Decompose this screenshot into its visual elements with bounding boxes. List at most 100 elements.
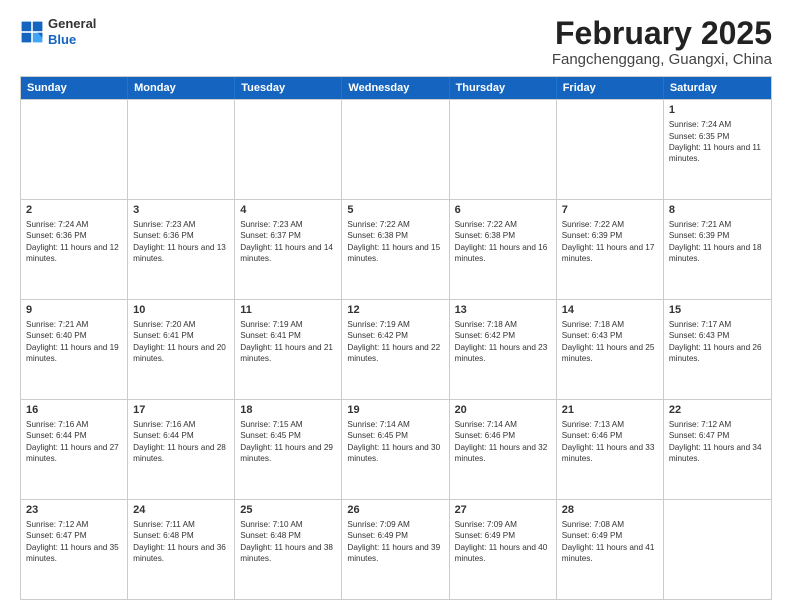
day-number: 26 — [347, 503, 443, 518]
day-number: 13 — [455, 303, 551, 318]
day-number: 15 — [669, 303, 766, 318]
day-number: 3 — [133, 203, 229, 218]
calendar-cell: 3Sunrise: 7:23 AM Sunset: 6:36 PM Daylig… — [128, 200, 235, 299]
day-info: Sunrise: 7:14 AM Sunset: 6:45 PM Dayligh… — [347, 419, 443, 465]
day-number: 7 — [562, 203, 658, 218]
day-info: Sunrise: 7:21 AM Sunset: 6:40 PM Dayligh… — [26, 319, 122, 365]
day-info: Sunrise: 7:15 AM Sunset: 6:45 PM Dayligh… — [240, 419, 336, 465]
day-info: Sunrise: 7:09 AM Sunset: 6:49 PM Dayligh… — [455, 519, 551, 565]
day-info: Sunrise: 7:17 AM Sunset: 6:43 PM Dayligh… — [669, 319, 766, 365]
day-number: 17 — [133, 403, 229, 418]
day-info: Sunrise: 7:19 AM Sunset: 6:41 PM Dayligh… — [240, 319, 336, 365]
day-info: Sunrise: 7:22 AM Sunset: 6:39 PM Dayligh… — [562, 219, 658, 265]
calendar-cell: 2Sunrise: 7:24 AM Sunset: 6:36 PM Daylig… — [21, 200, 128, 299]
day-number: 6 — [455, 203, 551, 218]
calendar-day-header: Monday — [128, 77, 235, 99]
calendar-week-row: 23Sunrise: 7:12 AM Sunset: 6:47 PM Dayli… — [21, 499, 771, 599]
location-subtitle: Fangchenggang, Guangxi, China — [552, 51, 772, 68]
calendar-cell: 25Sunrise: 7:10 AM Sunset: 6:48 PM Dayli… — [235, 500, 342, 599]
day-info: Sunrise: 7:12 AM Sunset: 6:47 PM Dayligh… — [26, 519, 122, 565]
day-number: 28 — [562, 503, 658, 518]
day-number: 19 — [347, 403, 443, 418]
day-number: 23 — [26, 503, 122, 518]
day-number: 24 — [133, 503, 229, 518]
calendar-cell: 27Sunrise: 7:09 AM Sunset: 6:49 PM Dayli… — [450, 500, 557, 599]
calendar-cell: 12Sunrise: 7:19 AM Sunset: 6:42 PM Dayli… — [342, 300, 449, 399]
calendar-cell: 20Sunrise: 7:14 AM Sunset: 6:46 PM Dayli… — [450, 400, 557, 499]
logo-text: General Blue — [48, 16, 96, 47]
calendar-day-header: Wednesday — [342, 77, 449, 99]
day-info: Sunrise: 7:09 AM Sunset: 6:49 PM Dayligh… — [347, 519, 443, 565]
calendar-cell: 9Sunrise: 7:21 AM Sunset: 6:40 PM Daylig… — [21, 300, 128, 399]
calendar-cell: 15Sunrise: 7:17 AM Sunset: 6:43 PM Dayli… — [664, 300, 771, 399]
day-info: Sunrise: 7:13 AM Sunset: 6:46 PM Dayligh… — [562, 419, 658, 465]
calendar-cell — [557, 100, 664, 199]
calendar-cell: 17Sunrise: 7:16 AM Sunset: 6:44 PM Dayli… — [128, 400, 235, 499]
day-info: Sunrise: 7:23 AM Sunset: 6:36 PM Dayligh… — [133, 219, 229, 265]
calendar-body: 1Sunrise: 7:24 AM Sunset: 6:35 PM Daylig… — [21, 99, 771, 599]
day-info: Sunrise: 7:18 AM Sunset: 6:42 PM Dayligh… — [455, 319, 551, 365]
calendar-day-header: Saturday — [664, 77, 771, 99]
day-info: Sunrise: 7:10 AM Sunset: 6:48 PM Dayligh… — [240, 519, 336, 565]
calendar-cell: 24Sunrise: 7:11 AM Sunset: 6:48 PM Dayli… — [128, 500, 235, 599]
calendar-week-row: 9Sunrise: 7:21 AM Sunset: 6:40 PM Daylig… — [21, 299, 771, 399]
page: General Blue February 2025 Fangchenggang… — [0, 0, 792, 612]
calendar-cell: 21Sunrise: 7:13 AM Sunset: 6:46 PM Dayli… — [557, 400, 664, 499]
logo: General Blue — [20, 16, 96, 47]
header: General Blue February 2025 Fangchenggang… — [20, 16, 772, 68]
day-info: Sunrise: 7:16 AM Sunset: 6:44 PM Dayligh… — [26, 419, 122, 465]
calendar-header: SundayMondayTuesdayWednesdayThursdayFrid… — [21, 77, 771, 99]
calendar-cell — [450, 100, 557, 199]
calendar-cell: 13Sunrise: 7:18 AM Sunset: 6:42 PM Dayli… — [450, 300, 557, 399]
day-info: Sunrise: 7:22 AM Sunset: 6:38 PM Dayligh… — [347, 219, 443, 265]
day-info: Sunrise: 7:08 AM Sunset: 6:49 PM Dayligh… — [562, 519, 658, 565]
day-info: Sunrise: 7:16 AM Sunset: 6:44 PM Dayligh… — [133, 419, 229, 465]
calendar-day-header: Tuesday — [235, 77, 342, 99]
calendar-cell — [235, 100, 342, 199]
calendar-week-row: 2Sunrise: 7:24 AM Sunset: 6:36 PM Daylig… — [21, 199, 771, 299]
day-number: 18 — [240, 403, 336, 418]
day-info: Sunrise: 7:12 AM Sunset: 6:47 PM Dayligh… — [669, 419, 766, 465]
calendar-cell: 4Sunrise: 7:23 AM Sunset: 6:37 PM Daylig… — [235, 200, 342, 299]
calendar-cell: 22Sunrise: 7:12 AM Sunset: 6:47 PM Dayli… — [664, 400, 771, 499]
day-info: Sunrise: 7:19 AM Sunset: 6:42 PM Dayligh… — [347, 319, 443, 365]
day-number: 25 — [240, 503, 336, 518]
calendar-cell: 1Sunrise: 7:24 AM Sunset: 6:35 PM Daylig… — [664, 100, 771, 199]
calendar-cell: 28Sunrise: 7:08 AM Sunset: 6:49 PM Dayli… — [557, 500, 664, 599]
day-number: 10 — [133, 303, 229, 318]
day-info: Sunrise: 7:18 AM Sunset: 6:43 PM Dayligh… — [562, 319, 658, 365]
calendar-cell: 11Sunrise: 7:19 AM Sunset: 6:41 PM Dayli… — [235, 300, 342, 399]
day-number: 16 — [26, 403, 122, 418]
calendar-day-header: Thursday — [450, 77, 557, 99]
calendar-cell: 8Sunrise: 7:21 AM Sunset: 6:39 PM Daylig… — [664, 200, 771, 299]
day-info: Sunrise: 7:24 AM Sunset: 6:36 PM Dayligh… — [26, 219, 122, 265]
calendar-cell — [128, 100, 235, 199]
title-block: February 2025 Fangchenggang, Guangxi, Ch… — [552, 16, 772, 68]
logo-icon — [20, 20, 44, 44]
day-number: 9 — [26, 303, 122, 318]
calendar-cell: 6Sunrise: 7:22 AM Sunset: 6:38 PM Daylig… — [450, 200, 557, 299]
day-info: Sunrise: 7:14 AM Sunset: 6:46 PM Dayligh… — [455, 419, 551, 465]
month-title: February 2025 — [552, 16, 772, 51]
calendar-cell — [664, 500, 771, 599]
day-number: 1 — [669, 103, 766, 118]
calendar-cell: 18Sunrise: 7:15 AM Sunset: 6:45 PM Dayli… — [235, 400, 342, 499]
day-info: Sunrise: 7:11 AM Sunset: 6:48 PM Dayligh… — [133, 519, 229, 565]
day-number: 8 — [669, 203, 766, 218]
day-number: 12 — [347, 303, 443, 318]
day-number: 5 — [347, 203, 443, 218]
calendar-day-header: Friday — [557, 77, 664, 99]
day-number: 20 — [455, 403, 551, 418]
day-number: 22 — [669, 403, 766, 418]
calendar-cell — [21, 100, 128, 199]
calendar-week-row: 1Sunrise: 7:24 AM Sunset: 6:35 PM Daylig… — [21, 99, 771, 199]
day-info: Sunrise: 7:23 AM Sunset: 6:37 PM Dayligh… — [240, 219, 336, 265]
calendar-cell — [342, 100, 449, 199]
calendar-cell: 7Sunrise: 7:22 AM Sunset: 6:39 PM Daylig… — [557, 200, 664, 299]
calendar-cell: 16Sunrise: 7:16 AM Sunset: 6:44 PM Dayli… — [21, 400, 128, 499]
day-info: Sunrise: 7:21 AM Sunset: 6:39 PM Dayligh… — [669, 219, 766, 265]
calendar-week-row: 16Sunrise: 7:16 AM Sunset: 6:44 PM Dayli… — [21, 399, 771, 499]
day-number: 4 — [240, 203, 336, 218]
calendar-cell: 19Sunrise: 7:14 AM Sunset: 6:45 PM Dayli… — [342, 400, 449, 499]
day-info: Sunrise: 7:20 AM Sunset: 6:41 PM Dayligh… — [133, 319, 229, 365]
